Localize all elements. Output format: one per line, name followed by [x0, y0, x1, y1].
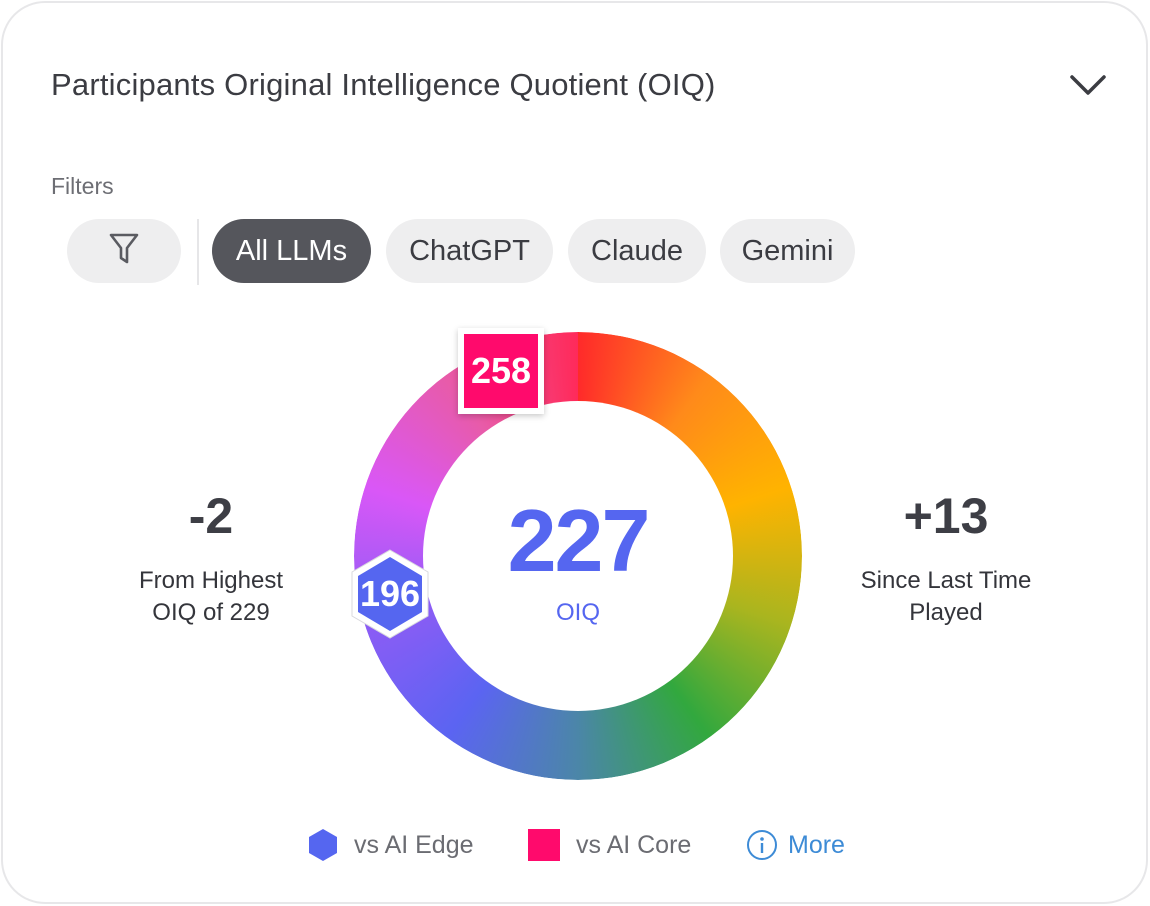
last-played-delta-label-2: Played: [909, 599, 983, 626]
chevron-down-icon[interactable]: [1069, 69, 1107, 99]
info-icon: [747, 830, 777, 860]
card-title: Participants Original Intelligence Quoti…: [51, 67, 716, 102]
filter-icon: [108, 232, 140, 271]
chip-claude[interactable]: Claude: [568, 219, 706, 283]
chip-all-llms[interactable]: All LLMs: [212, 219, 371, 283]
chip-chatgpt[interactable]: ChatGPT: [386, 219, 553, 283]
legend-ai-core: vs AI Core: [528, 825, 691, 865]
ai-core-score: 258: [464, 334, 538, 408]
oiq-card: Participants Original Intelligence Quoti…: [1, 1, 1148, 904]
highest-delta-label-1: From Highest: [138, 567, 284, 594]
ai-edge-score: 196: [359, 573, 421, 614]
chip-gemini[interactable]: Gemini: [720, 219, 855, 283]
hexagon-icon: [309, 829, 337, 861]
legend-ai-edge-label: vs AI Edge: [354, 830, 474, 859]
last-played-delta-value: +13: [903, 488, 989, 544]
oiq-score-label: OIQ: [555, 599, 600, 626]
highest-delta-label-2: OIQ of 229: [152, 599, 270, 626]
more-info-label: More: [788, 830, 845, 859]
last-played-delta-label-1: Since Last Time: [860, 567, 1032, 594]
filter-button[interactable]: [67, 219, 181, 283]
legend-ai-edge: vs AI Edge: [306, 825, 474, 865]
more-info-link[interactable]: More: [746, 825, 845, 865]
filter-divider: [197, 219, 199, 285]
oiq-score: 227: [507, 491, 651, 590]
filters-label: Filters: [51, 173, 114, 199]
square-icon: [528, 829, 560, 861]
highest-delta-value: -2: [188, 488, 234, 544]
ai-core-marker: 258: [458, 328, 544, 414]
legend-ai-core-label: vs AI Core: [576, 830, 692, 859]
